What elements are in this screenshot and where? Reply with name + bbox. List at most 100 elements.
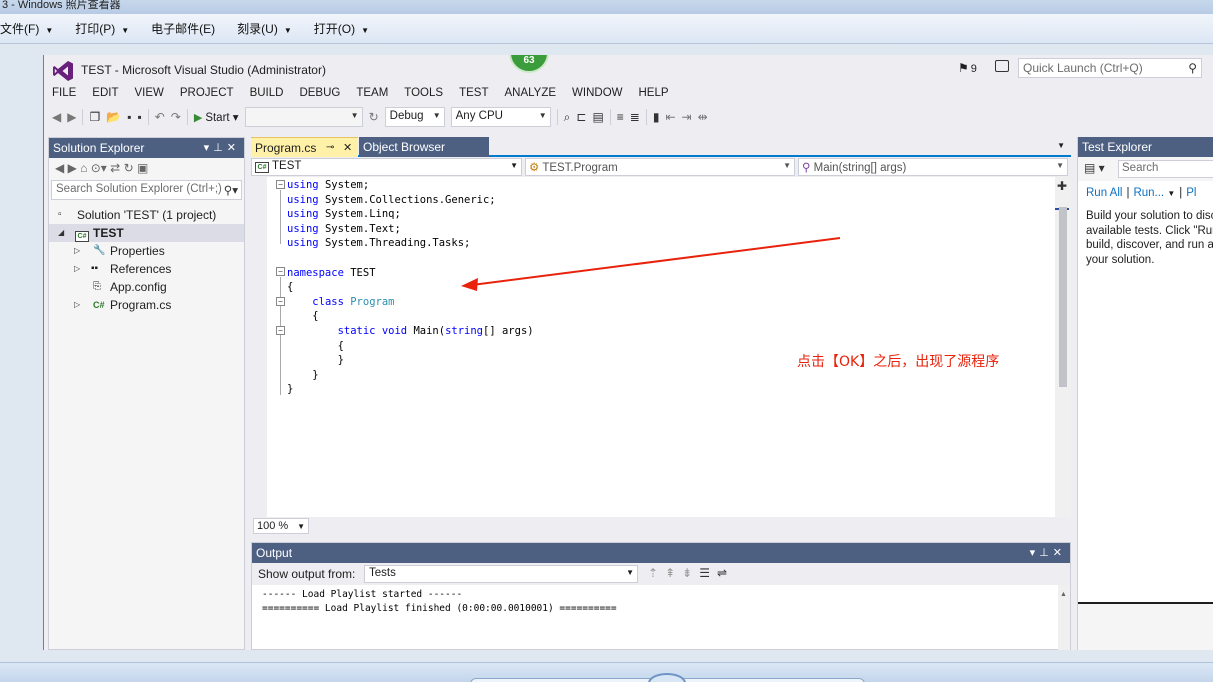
find-in-files-icon[interactable]: ⌕ [564, 110, 571, 125]
tree-item-references[interactable]: ▷ ▪▪ References [49, 260, 244, 278]
solution-explorer-panel: Solution Explorer ▾⊥✕ ◀ ▶ ⌂ ⊙▾ ⇄ ↻ ▣ Sea… [48, 137, 245, 650]
scroll-up-icon[interactable]: ▲ [1058, 591, 1067, 598]
tree-item-properties[interactable]: ▷ 🔧 Properties [49, 242, 244, 260]
open-file-icon[interactable]: 📂 [106, 110, 121, 124]
platform-combo[interactable]: Any CPU ▼ [450, 107, 551, 127]
collapse-region-icon[interactable]: − [276, 326, 285, 335]
tree-item-project[interactable]: ◢ C# TEST [49, 224, 244, 242]
refresh-icon[interactable]: ↻ [369, 110, 379, 124]
viewer-menu-print[interactable]: 打印(P) ▼ [75, 20, 139, 37]
dropdown-icon[interactable]: ▾ [204, 142, 214, 154]
menu-tools[interactable]: TOOLS [396, 85, 451, 103]
menu-build[interactable]: BUILD [242, 85, 292, 103]
feedback-icon[interactable] [995, 60, 1009, 72]
menu-team[interactable]: TEAM [348, 85, 396, 103]
comment-icon[interactable]: ≡ [617, 110, 624, 124]
solution-search-input[interactable]: Search Solution Explorer (Ctrl+;) ⚲▾ [51, 180, 242, 200]
run-all-link[interactable]: Run All [1086, 187, 1122, 199]
editor-bottom-bar: 100 % ▼ [251, 517, 1071, 535]
code-text-area[interactable]: − − − − using System; using System.Colle… [251, 177, 1055, 517]
menu-edit[interactable]: EDIT [84, 85, 126, 103]
back-icon[interactable]: ◀ [55, 161, 64, 175]
tree-item-app-config[interactable]: ⎘ App.config [49, 278, 244, 296]
new-project-icon[interactable]: ❐ [89, 110, 100, 124]
clear-bookmarks-icon[interactable]: ⇹ [698, 110, 708, 124]
tree-item-solution[interactable]: ▫ Solution 'TEST' (1 project) [49, 206, 244, 224]
project-nav-combo[interactable]: C# TEST ▼ [251, 158, 522, 176]
bookmark-icon[interactable]: ▮ [653, 110, 660, 124]
pin-icon[interactable]: ⊥ [1039, 547, 1053, 559]
pin-icon[interactable]: ⊸ [326, 138, 334, 158]
word-wrap-icon[interactable]: ⇌ [717, 566, 734, 580]
prev-bookmark-icon[interactable]: ⇤ [665, 110, 675, 124]
tab-program-cs[interactable]: Program.cs ⊸ ✕ [251, 137, 358, 157]
menu-file[interactable]: FILE [44, 85, 84, 103]
viewer-menu-burn[interactable]: 刻录(U) ▼ [237, 20, 302, 37]
forward-icon[interactable]: ▶ [68, 161, 77, 175]
properties-icon[interactable]: ▤ [592, 110, 603, 124]
collapse-all-icon[interactable]: ▣ [137, 161, 148, 175]
tree-item-program-cs[interactable]: ▷ C# Program.cs [49, 296, 244, 314]
viewer-menu-open[interactable]: 打开(O) ▼ [314, 20, 379, 37]
menu-test[interactable]: TEST [451, 85, 496, 103]
menu-debug[interactable]: DEBUG [291, 85, 348, 103]
tab-object-browser[interactable]: Object Browser [359, 137, 489, 157]
close-icon[interactable]: ✕ [227, 142, 240, 154]
chevron-down-icon: ▼ [361, 26, 370, 35]
navigate-back-icon[interactable]: ◀ [52, 110, 61, 124]
home-icon[interactable]: ⌂ [80, 161, 87, 175]
run-link[interactable]: Run... ▼ [1133, 187, 1175, 199]
menu-analyze[interactable]: ANALYZE [496, 85, 564, 103]
menu-window[interactable]: WINDOW [564, 85, 630, 103]
output-toolbar: Show output from: Tests ▼ ⇡⇞⇟☰⇌ [252, 563, 1070, 585]
navigate-forward-icon[interactable]: ▶ [67, 110, 76, 124]
undo-icon[interactable]: ↶ [155, 110, 165, 124]
dropdown-icon[interactable]: ▾ [1030, 547, 1040, 559]
debug-target-combo[interactable]: ▼ [244, 107, 363, 127]
redo-icon[interactable]: ↷ [171, 110, 181, 124]
split-editor-icon[interactable]: ✚ [1057, 179, 1067, 193]
prev-message-icon[interactable]: ⇞ [665, 566, 682, 580]
start-debugging-button[interactable]: ▶ Start ▾ [194, 110, 239, 124]
scroll-thumb[interactable] [1059, 207, 1067, 387]
group-by-icon[interactable]: ▤ ▾ [1084, 161, 1105, 175]
menu-project[interactable]: PROJECT [172, 85, 242, 103]
save-all-icon[interactable]: ▪ [137, 110, 141, 124]
solution-config-icon[interactable]: ⊏ [576, 110, 586, 124]
close-icon[interactable]: ✕ [1053, 547, 1066, 559]
collapse-region-icon[interactable]: − [276, 180, 285, 189]
member-nav-combo[interactable]: ⚲ Main(string[] args) ▼ [798, 158, 1068, 176]
save-icon[interactable]: ▪ [127, 110, 131, 124]
zoom-combo[interactable]: 100 % ▼ [253, 518, 309, 534]
collapse-region-icon[interactable]: − [276, 267, 285, 276]
next-message-icon[interactable]: ⇟ [682, 566, 699, 580]
clear-all-icon[interactable]: ☰ [699, 566, 717, 580]
editor-vertical-scrollbar[interactable]: ✚ [1055, 177, 1071, 517]
sync-icon[interactable]: ⇄ [110, 161, 120, 175]
viewer-menu-email[interactable]: 电子邮件(E) [151, 20, 225, 37]
visual-studio-logo-icon [53, 61, 73, 81]
tab-list-dropdown-icon[interactable]: ▼ [1057, 141, 1065, 150]
collapse-region-icon[interactable]: − [276, 297, 285, 306]
configuration-combo[interactable]: Debug ▼ [384, 107, 445, 127]
output-source-combo[interactable]: Tests ▼ [364, 565, 638, 583]
viewer-menu-file[interactable]: 文件(F) ▼ [0, 20, 63, 37]
close-icon[interactable]: ✕ [343, 138, 352, 158]
uncomment-icon[interactable]: ≣ [630, 110, 640, 124]
output-vertical-scrollbar[interactable]: ▲ [1058, 585, 1070, 650]
play-slideshow-button[interactable] [648, 673, 686, 682]
class-nav-combo[interactable]: ⚙ TEST.Program ▼ [525, 158, 795, 176]
notifications-button[interactable]: ⚑ 9 [958, 61, 977, 75]
quick-launch-input[interactable]: Quick Launch (Ctrl+Q) ⚲ [1018, 58, 1202, 78]
pending-changes-filter-icon[interactable]: ⊙▾ [91, 161, 107, 175]
playlist-link[interactable]: Pl [1186, 187, 1196, 199]
class-icon: ⚙ [529, 162, 540, 174]
menu-help[interactable]: HELP [631, 85, 677, 103]
pin-icon[interactable]: ⊥ [213, 142, 227, 154]
test-search-input[interactable]: Search [1118, 160, 1213, 178]
menu-view[interactable]: VIEW [127, 85, 172, 103]
refresh-icon[interactable]: ↻ [124, 161, 134, 175]
find-message-icon[interactable]: ⇡ [648, 566, 665, 580]
play-icon: ▶ [193, 112, 203, 124]
next-bookmark-icon[interactable]: ⇥ [682, 110, 692, 124]
